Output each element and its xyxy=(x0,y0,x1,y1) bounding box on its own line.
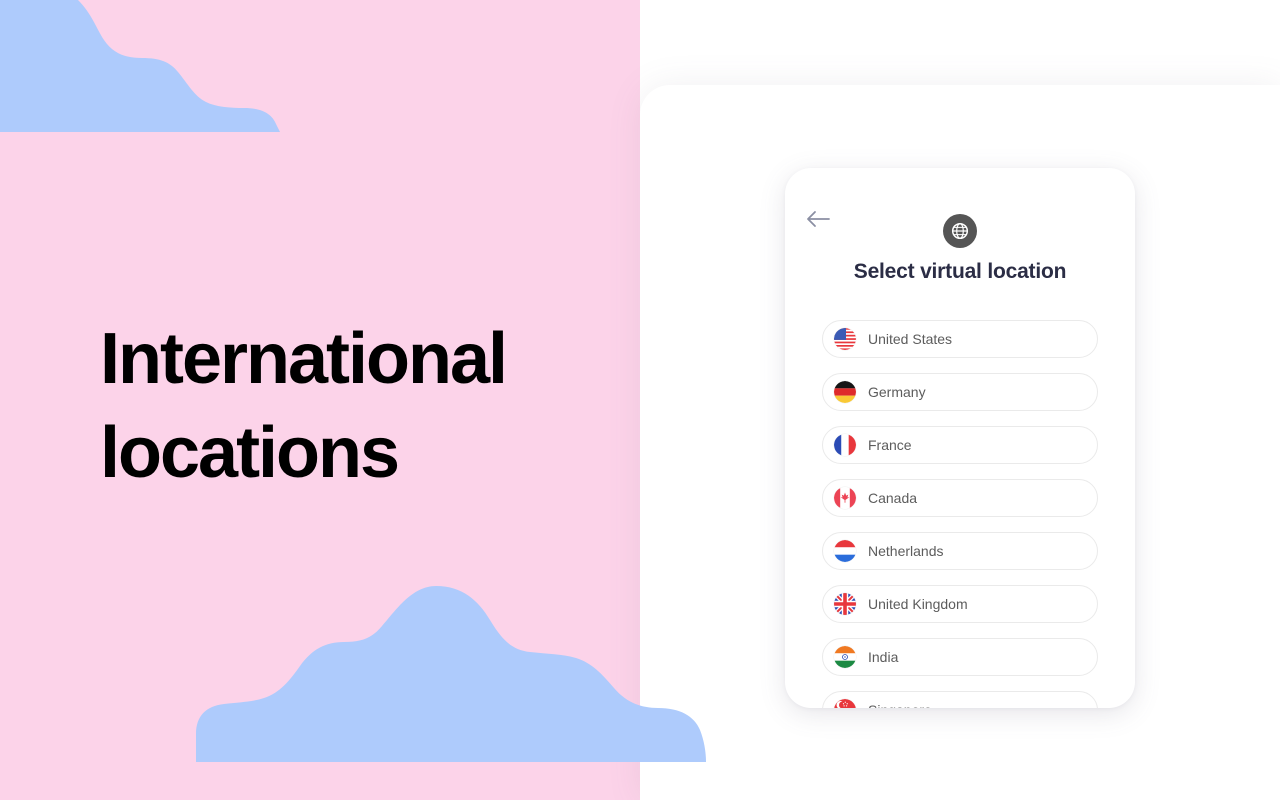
flag-sg-icon xyxy=(834,699,856,708)
list-item[interactable]: France xyxy=(822,426,1098,464)
flag-gb-icon xyxy=(834,593,856,615)
flag-de-icon xyxy=(834,381,856,403)
flag-in-icon xyxy=(834,646,856,668)
page-title: International locations xyxy=(100,312,570,500)
list-item[interactable]: United Kingdom xyxy=(822,585,1098,623)
virtual-location-card: Select virtual location United States Ge… xyxy=(785,168,1135,708)
list-item-label: India xyxy=(868,649,899,665)
list-item[interactable]: Netherlands xyxy=(822,532,1098,570)
list-item[interactable]: Germany xyxy=(822,373,1098,411)
list-item-label: Netherlands xyxy=(868,543,944,559)
list-item[interactable]: Canada xyxy=(822,479,1098,517)
location-list: United States Germany France Canada Neth… xyxy=(822,320,1098,708)
list-item-label: Singapore xyxy=(868,702,932,708)
list-item-label: Canada xyxy=(868,490,918,506)
list-item[interactable]: United States xyxy=(822,320,1098,358)
flag-ca-icon xyxy=(834,487,856,509)
flag-nl-icon xyxy=(834,540,856,562)
page-title-line-1: International xyxy=(100,319,508,399)
list-item-label: France xyxy=(868,437,912,453)
page-root: International locations Select virtual l… xyxy=(0,0,1280,800)
list-item-label: United States xyxy=(868,331,953,347)
list-item-label: United Kingdom xyxy=(868,596,968,612)
list-item[interactable]: Singapore xyxy=(822,691,1098,708)
list-item[interactable]: India xyxy=(822,638,1098,676)
arrow-left-icon[interactable] xyxy=(805,208,831,230)
flag-fr-icon xyxy=(834,434,856,456)
page-title-line-2: locations xyxy=(100,413,400,493)
list-item-label: Germany xyxy=(868,384,926,400)
flag-us-icon xyxy=(834,328,856,350)
card-title: Select virtual location xyxy=(853,260,1067,283)
globe-icon xyxy=(943,214,977,248)
